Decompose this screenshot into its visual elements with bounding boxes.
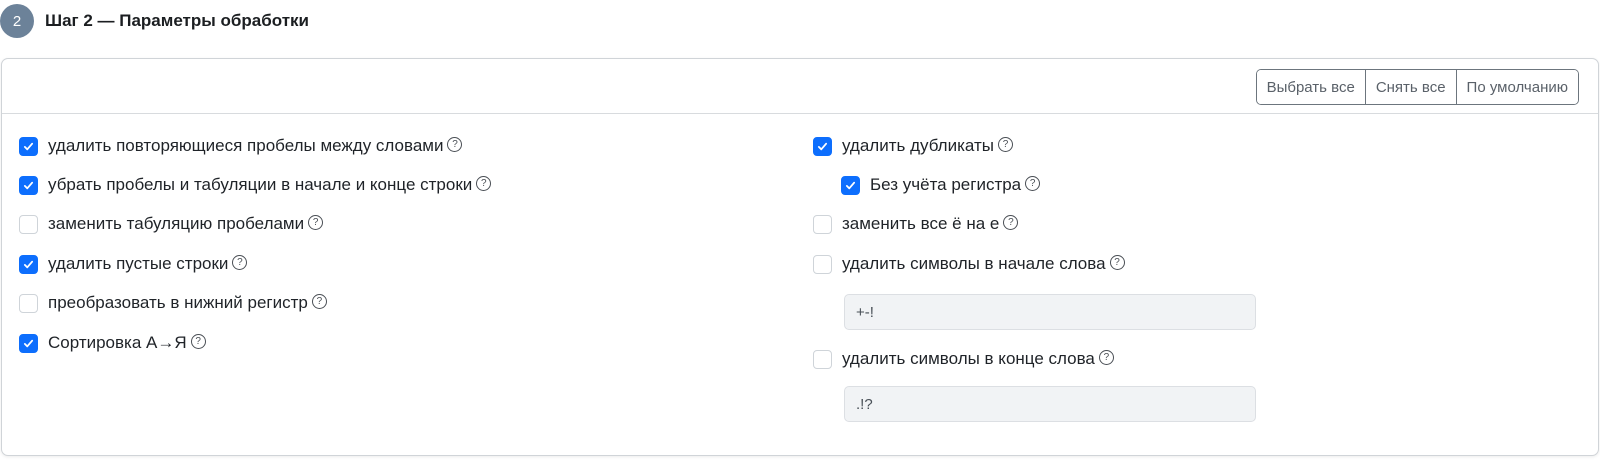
- option-strip-word-start[interactable]: удалить символы в начале слова ?: [813, 252, 1125, 276]
- help-icon[interactable]: ?: [311, 294, 327, 309]
- option-replace-yo[interactable]: заменить все ё на е ?: [813, 212, 1019, 236]
- option-label: Без учёта регистра: [870, 175, 1022, 194]
- checkbox-checked[interactable]: [841, 175, 860, 195]
- option-tabs-to-spaces[interactable]: заменить табуляцию пробелами ?: [19, 212, 324, 236]
- select-all-button[interactable]: Выбрать все: [1256, 70, 1366, 104]
- option-label: Сортировка А→Я: [48, 333, 187, 352]
- option-label: удалить дубликаты: [842, 136, 994, 155]
- option-trim-lines[interactable]: убрать пробелы и табуляции в начале и ко…: [19, 173, 492, 197]
- step-header: 2 Шаг 2 — Параметры обработки: [0, 3, 309, 39]
- clear-all-button[interactable]: Снять все: [1365, 70, 1457, 104]
- help-icon[interactable]: ?: [998, 137, 1013, 152]
- help-icon[interactable]: ?: [1109, 255, 1125, 270]
- option-remove-empty-lines[interactable]: удалить пустые строки ?: [19, 252, 248, 276]
- help-icon[interactable]: ?: [1098, 350, 1114, 365]
- option-label: заменить все ё на е: [842, 214, 1000, 233]
- help-icon[interactable]: ?: [447, 137, 463, 152]
- help-icon[interactable]: ?: [1003, 215, 1019, 230]
- option-sort-az[interactable]: Сортировка А→Я ?: [19, 331, 206, 355]
- option-label: удалить повторяющиеся пробелы между слов…: [48, 136, 444, 155]
- checkbox[interactable]: [813, 254, 832, 274]
- option-label: удалить символы в начале слова: [842, 254, 1106, 273]
- bulk-actions-group: Выбрать все Снять все По умолчанию: [1255, 69, 1579, 105]
- checkbox-checked[interactable]: [19, 136, 38, 156]
- help-icon[interactable]: ?: [1025, 176, 1041, 191]
- option-strip-word-end[interactable]: удалить символы в конце слова ?: [813, 347, 1114, 371]
- help-icon[interactable]: ?: [190, 334, 206, 349]
- option-case-insensitive[interactable]: Без учёта регистра ?: [841, 173, 1041, 197]
- default-button[interactable]: По умолчанию: [1456, 70, 1578, 104]
- option-remove-double-spaces[interactable]: удалить повторяющиеся пробелы между слов…: [19, 134, 463, 158]
- word-start-chars-input[interactable]: [844, 294, 1256, 330]
- step-number-badge: 2: [0, 4, 34, 38]
- checkbox-checked[interactable]: [19, 254, 38, 274]
- option-label: преобразовать в нижний регистр: [48, 293, 308, 312]
- card-toolbar: Выбрать все Снять все По умолчанию: [2, 59, 1598, 114]
- word-end-chars-input[interactable]: [844, 386, 1256, 422]
- step-title: Шаг 2 — Параметры обработки: [45, 11, 309, 30]
- checkbox-checked[interactable]: [19, 333, 38, 353]
- option-label: убрать пробелы и табуляции в начале и ко…: [48, 175, 473, 194]
- option-remove-duplicates[interactable]: удалить дубликаты ?: [813, 134, 1013, 158]
- checkbox-checked[interactable]: [813, 136, 832, 156]
- option-label: заменить табуляцию пробелами: [48, 214, 305, 233]
- checkbox-checked[interactable]: [19, 175, 38, 195]
- option-to-lowercase[interactable]: преобразовать в нижний регистр ?: [19, 291, 327, 315]
- help-icon[interactable]: ?: [232, 255, 248, 270]
- checkbox[interactable]: [813, 349, 832, 369]
- checkbox[interactable]: [19, 293, 38, 313]
- option-label: удалить пустые строки: [48, 254, 229, 273]
- checkbox[interactable]: [19, 214, 38, 234]
- option-label: удалить символы в конце слова: [842, 349, 1095, 368]
- help-icon[interactable]: ?: [308, 215, 324, 230]
- checkbox[interactable]: [813, 214, 832, 234]
- help-icon[interactable]: ?: [476, 176, 492, 191]
